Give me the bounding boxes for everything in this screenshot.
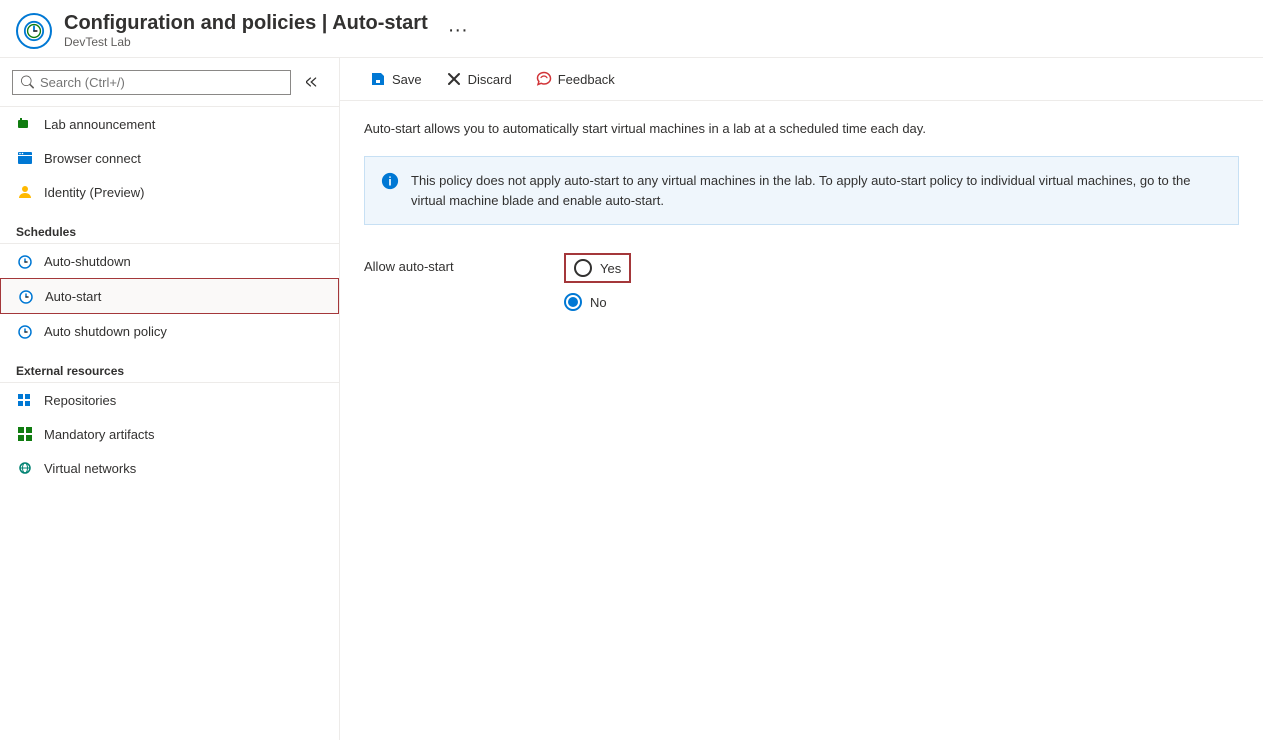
feedback-button[interactable]: Feedback — [526, 66, 625, 92]
sidebar-item-label: Auto-start — [45, 289, 101, 304]
save-button[interactable]: Save — [360, 66, 432, 92]
radio-yes-option[interactable]: Yes — [564, 253, 631, 283]
main-layout: Lab announcement Browser connect — [0, 58, 1263, 740]
sidebar-search-area — [0, 58, 339, 107]
sidebar-item-label: Auto shutdown policy — [44, 324, 167, 339]
sidebar-item-label: Virtual networks — [44, 461, 136, 476]
radio-group: Yes No — [564, 253, 631, 311]
sidebar-item-auto-shutdown[interactable]: Auto-shutdown — [0, 244, 339, 278]
page-header: Configuration and policies | Auto-start … — [0, 0, 1263, 58]
sidebar: Lab announcement Browser connect — [0, 58, 340, 740]
radio-no-option[interactable]: No — [564, 293, 631, 311]
sidebar-item-label: Auto-shutdown — [44, 254, 131, 269]
info-banner-text: This policy does not apply auto-start to… — [411, 171, 1222, 210]
sidebar-item-identity[interactable]: Identity (Preview) — [0, 175, 339, 209]
clock-icon — [16, 252, 34, 270]
description-text: Auto-start allows you to automatically s… — [364, 121, 1239, 136]
network-icon — [16, 459, 34, 477]
repo-icon — [16, 391, 34, 409]
info-banner: i This policy does not apply auto-start … — [364, 156, 1239, 225]
header-text: Configuration and policies | Auto-start … — [64, 12, 428, 49]
app-icon — [16, 13, 52, 49]
radio-yes-circle — [574, 259, 592, 277]
radio-yes-label: Yes — [600, 261, 621, 276]
sidebar-item-auto-shutdown-policy[interactable]: Auto shutdown policy — [0, 314, 339, 348]
sidebar-item-label: Repositories — [44, 393, 116, 408]
sidebar-content: Lab announcement Browser connect — [0, 107, 339, 740]
schedules-section-header: Schedules — [0, 213, 339, 244]
radio-no-label: No — [590, 295, 607, 310]
sidebar-item-label: Mandatory artifacts — [44, 427, 155, 442]
svg-text:i: i — [388, 176, 391, 189]
sidebar-item-repositories[interactable]: Repositories — [0, 383, 339, 417]
search-box[interactable] — [12, 70, 291, 95]
form-label: Allow auto-start — [364, 253, 524, 274]
save-icon — [370, 71, 386, 87]
sidebar-item-browser-connect[interactable]: Browser connect — [0, 141, 339, 175]
collapse-sidebar-button[interactable] — [299, 68, 327, 96]
clock-icon — [16, 322, 34, 340]
form-row: Allow auto-start Yes No — [364, 253, 1239, 311]
search-input[interactable] — [40, 75, 282, 90]
sidebar-item-label: Browser connect — [44, 151, 141, 166]
feedback-icon — [536, 71, 552, 87]
discard-button[interactable]: Discard — [436, 66, 522, 92]
announcement-icon — [16, 115, 34, 133]
sidebar-item-mandatory-artifacts[interactable]: Mandatory artifacts — [0, 417, 339, 451]
toolbar: Save Discard Feedback — [340, 58, 1263, 101]
content-body: Auto-start allows you to automatically s… — [340, 101, 1263, 740]
sidebar-item-auto-start[interactable]: Auto-start — [0, 278, 339, 314]
content-area: Save Discard Feedback Auto-start allows … — [340, 58, 1263, 740]
discard-icon — [446, 71, 462, 87]
identity-icon — [16, 183, 34, 201]
sidebar-item-lab-announcement[interactable]: Lab announcement — [0, 107, 339, 141]
info-icon: i — [381, 172, 399, 210]
page-subtitle: DevTest Lab — [64, 35, 428, 49]
sidebar-item-virtual-networks[interactable]: Virtual networks — [0, 451, 339, 485]
page-title: Configuration and policies | Auto-start — [64, 12, 428, 35]
sidebar-item-label: Identity (Preview) — [44, 185, 144, 200]
sidebar-item-label: Lab announcement — [44, 117, 155, 132]
radio-no-circle — [564, 293, 582, 311]
search-icon — [21, 75, 34, 89]
external-resources-section-header: External resources — [0, 352, 339, 383]
artifacts-icon — [16, 425, 34, 443]
clock-icon — [17, 287, 35, 305]
browser-icon — [16, 149, 34, 167]
more-options-button[interactable]: ··· — [448, 19, 468, 42]
